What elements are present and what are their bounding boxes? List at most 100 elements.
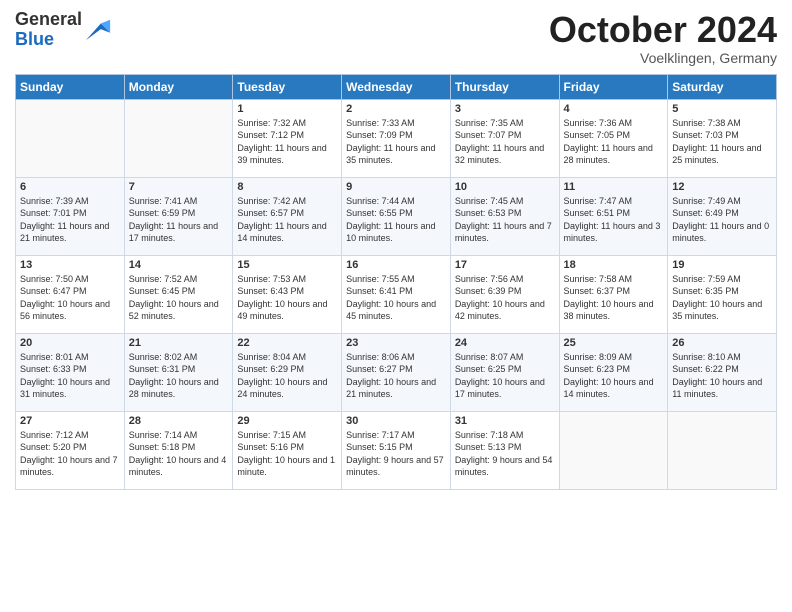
calendar-cell: 23 Sunrise: 8:06 AM Sunset: 6:27 PM Dayli… [342,333,451,411]
day-info: Sunrise: 7:55 AM Sunset: 6:41 PM Dayligh… [346,273,446,323]
logo-blue: Blue [15,29,54,49]
day-number: 1 [237,103,337,115]
day-info: Sunrise: 7:15 AM Sunset: 5:16 PM Dayligh… [237,429,337,479]
day-info: Sunrise: 7:45 AM Sunset: 6:53 PM Dayligh… [455,195,555,245]
day-number: 22 [237,337,337,349]
day-info: Sunrise: 7:50 AM Sunset: 6:47 PM Dayligh… [20,273,120,323]
day-info: Sunrise: 7:36 AM Sunset: 7:05 PM Dayligh… [564,117,664,167]
day-info: Sunrise: 8:02 AM Sunset: 6:31 PM Dayligh… [129,351,229,401]
day-info: Sunrise: 7:41 AM Sunset: 6:59 PM Dayligh… [129,195,229,245]
calendar-cell: 12 Sunrise: 7:49 AM Sunset: 6:49 PM Dayli… [668,177,777,255]
day-info: Sunrise: 7:49 AM Sunset: 6:49 PM Dayligh… [672,195,772,245]
day-info: Sunrise: 7:47 AM Sunset: 6:51 PM Dayligh… [564,195,664,245]
day-info: Sunrise: 7:53 AM Sunset: 6:43 PM Dayligh… [237,273,337,323]
day-info: Sunrise: 7:52 AM Sunset: 6:45 PM Dayligh… [129,273,229,323]
calendar-cell: 30 Sunrise: 7:17 AM Sunset: 5:15 PM Dayli… [342,411,451,489]
calendar-cell: 24Sunrise: 8:07 AM Sunset: 6:25 PM Dayli… [450,333,559,411]
day-number: 13 [20,259,120,271]
day-number: 14 [129,259,229,271]
weekday-header-row: SundayMondayTuesdayWednesdayThursdayFrid… [16,74,777,99]
week-row-2: 6 Sunrise: 7:39 AM Sunset: 7:01 PM Daylig… [16,177,777,255]
day-info: Sunrise: 7:59 AM Sunset: 6:35 PM Dayligh… [672,273,772,323]
weekday-header-sunday: Sunday [16,74,125,99]
day-info: Sunrise: 8:09 AM Sunset: 6:23 PM Dayligh… [564,351,664,401]
week-row-5: 27 Sunrise: 7:12 AM Sunset: 5:20 PM Dayli… [16,411,777,489]
day-info: Sunrise: 7:42 AM Sunset: 6:57 PM Dayligh… [237,195,337,245]
calendar-cell: 3 Sunrise: 7:35 AM Sunset: 7:07 PM Daylig… [450,99,559,177]
weekday-header-thursday: Thursday [450,74,559,99]
weekday-header-friday: Friday [559,74,668,99]
calendar-cell: 14 Sunrise: 7:52 AM Sunset: 6:45 PM Dayli… [124,255,233,333]
day-info: Sunrise: 7:18 AM Sunset: 5:13 PM Dayligh… [455,429,555,479]
day-number: 5 [672,103,772,115]
week-row-3: 13 Sunrise: 7:50 AM Sunset: 6:47 PM Dayli… [16,255,777,333]
weekday-header-monday: Monday [124,74,233,99]
day-number: 15 [237,259,337,271]
calendar-cell: 7 Sunrise: 7:41 AM Sunset: 6:59 PM Daylig… [124,177,233,255]
day-number: 7 [129,181,229,193]
calendar-cell: 29 Sunrise: 7:15 AM Sunset: 5:16 PM Dayli… [233,411,342,489]
day-info: Sunrise: 7:33 AM Sunset: 7:09 PM Dayligh… [346,117,446,167]
day-number: 11 [564,181,664,193]
calendar-cell: 17Sunrise: 7:56 AM Sunset: 6:39 PM Dayli… [450,255,559,333]
day-info: Sunrise: 8:10 AM Sunset: 6:22 PM Dayligh… [672,351,772,401]
calendar-cell: 20 Sunrise: 8:01 AM Sunset: 6:33 PM Dayli… [16,333,125,411]
day-info: Sunrise: 8:04 AM Sunset: 6:29 PM Dayligh… [237,351,337,401]
day-info: Sunrise: 8:07 AM Sunset: 6:25 PM Dayligh… [455,351,555,401]
day-number: 20 [20,337,120,349]
day-number: 19 [672,259,772,271]
day-info: Sunrise: 7:32 AM Sunset: 7:12 PM Dayligh… [237,117,337,167]
day-number: 4 [564,103,664,115]
day-number: 26 [672,337,772,349]
day-info: Sunrise: 7:38 AM Sunset: 7:03 PM Dayligh… [672,117,772,167]
header: General Blue October 2024 Voelklingen, G… [15,10,777,66]
page: General Blue October 2024 Voelklingen, G… [0,0,792,612]
day-info: Sunrise: 7:17 AM Sunset: 5:15 PM Dayligh… [346,429,446,479]
calendar-cell: 27 Sunrise: 7:12 AM Sunset: 5:20 PM Dayli… [16,411,125,489]
day-number: 10 [455,181,555,193]
location-subtitle: Voelklingen, Germany [549,50,777,66]
calendar-cell [668,411,777,489]
day-number: 30 [346,415,446,427]
calendar-cell: 2 Sunrise: 7:33 AM Sunset: 7:09 PM Daylig… [342,99,451,177]
month-title: October 2024 [549,10,777,50]
day-number: 2 [346,103,446,115]
calendar-cell: 16Sunrise: 7:55 AM Sunset: 6:41 PM Dayli… [342,255,451,333]
day-number: 12 [672,181,772,193]
day-info: Sunrise: 7:35 AM Sunset: 7:07 PM Dayligh… [455,117,555,167]
day-number: 31 [455,415,555,427]
calendar-cell: 21 Sunrise: 8:02 AM Sunset: 6:31 PM Dayli… [124,333,233,411]
day-info: Sunrise: 7:39 AM Sunset: 7:01 PM Dayligh… [20,195,120,245]
day-number: 29 [237,415,337,427]
day-info: Sunrise: 7:14 AM Sunset: 5:18 PM Dayligh… [129,429,229,479]
calendar-cell: 28Sunrise: 7:14 AM Sunset: 5:18 PM Dayli… [124,411,233,489]
day-info: Sunrise: 7:58 AM Sunset: 6:37 PM Dayligh… [564,273,664,323]
day-info: Sunrise: 7:12 AM Sunset: 5:20 PM Dayligh… [20,429,120,479]
calendar-cell: 10 Sunrise: 7:45 AM Sunset: 6:53 PM Dayli… [450,177,559,255]
calendar-cell: 4 Sunrise: 7:36 AM Sunset: 7:05 PM Daylig… [559,99,668,177]
day-info: Sunrise: 7:44 AM Sunset: 6:55 PM Dayligh… [346,195,446,245]
week-row-4: 20 Sunrise: 8:01 AM Sunset: 6:33 PM Dayli… [16,333,777,411]
week-row-1: 1 Sunrise: 7:32 AM Sunset: 7:12 PM Daylig… [16,99,777,177]
day-number: 25 [564,337,664,349]
day-number: 27 [20,415,120,427]
calendar-cell: 1 Sunrise: 7:32 AM Sunset: 7:12 PM Daylig… [233,99,342,177]
day-number: 9 [346,181,446,193]
day-number: 17 [455,259,555,271]
day-number: 23 [346,337,446,349]
calendar-cell [16,99,125,177]
logo-icon [84,16,112,44]
calendar-cell: 19 Sunrise: 7:59 AM Sunset: 6:35 PM Dayli… [668,255,777,333]
day-number: 3 [455,103,555,115]
calendar-cell [559,411,668,489]
calendar-cell [124,99,233,177]
day-number: 21 [129,337,229,349]
calendar-cell: 8Sunrise: 7:42 AM Sunset: 6:57 PM Daylig… [233,177,342,255]
calendar-cell: 18Sunrise: 7:58 AM Sunset: 6:37 PM Dayli… [559,255,668,333]
calendar-cell: 26 Sunrise: 8:10 AM Sunset: 6:22 PM Dayli… [668,333,777,411]
weekday-header-saturday: Saturday [668,74,777,99]
day-info: Sunrise: 8:06 AM Sunset: 6:27 PM Dayligh… [346,351,446,401]
day-number: 6 [20,181,120,193]
calendar-cell: 6 Sunrise: 7:39 AM Sunset: 7:01 PM Daylig… [16,177,125,255]
day-info: Sunrise: 8:01 AM Sunset: 6:33 PM Dayligh… [20,351,120,401]
